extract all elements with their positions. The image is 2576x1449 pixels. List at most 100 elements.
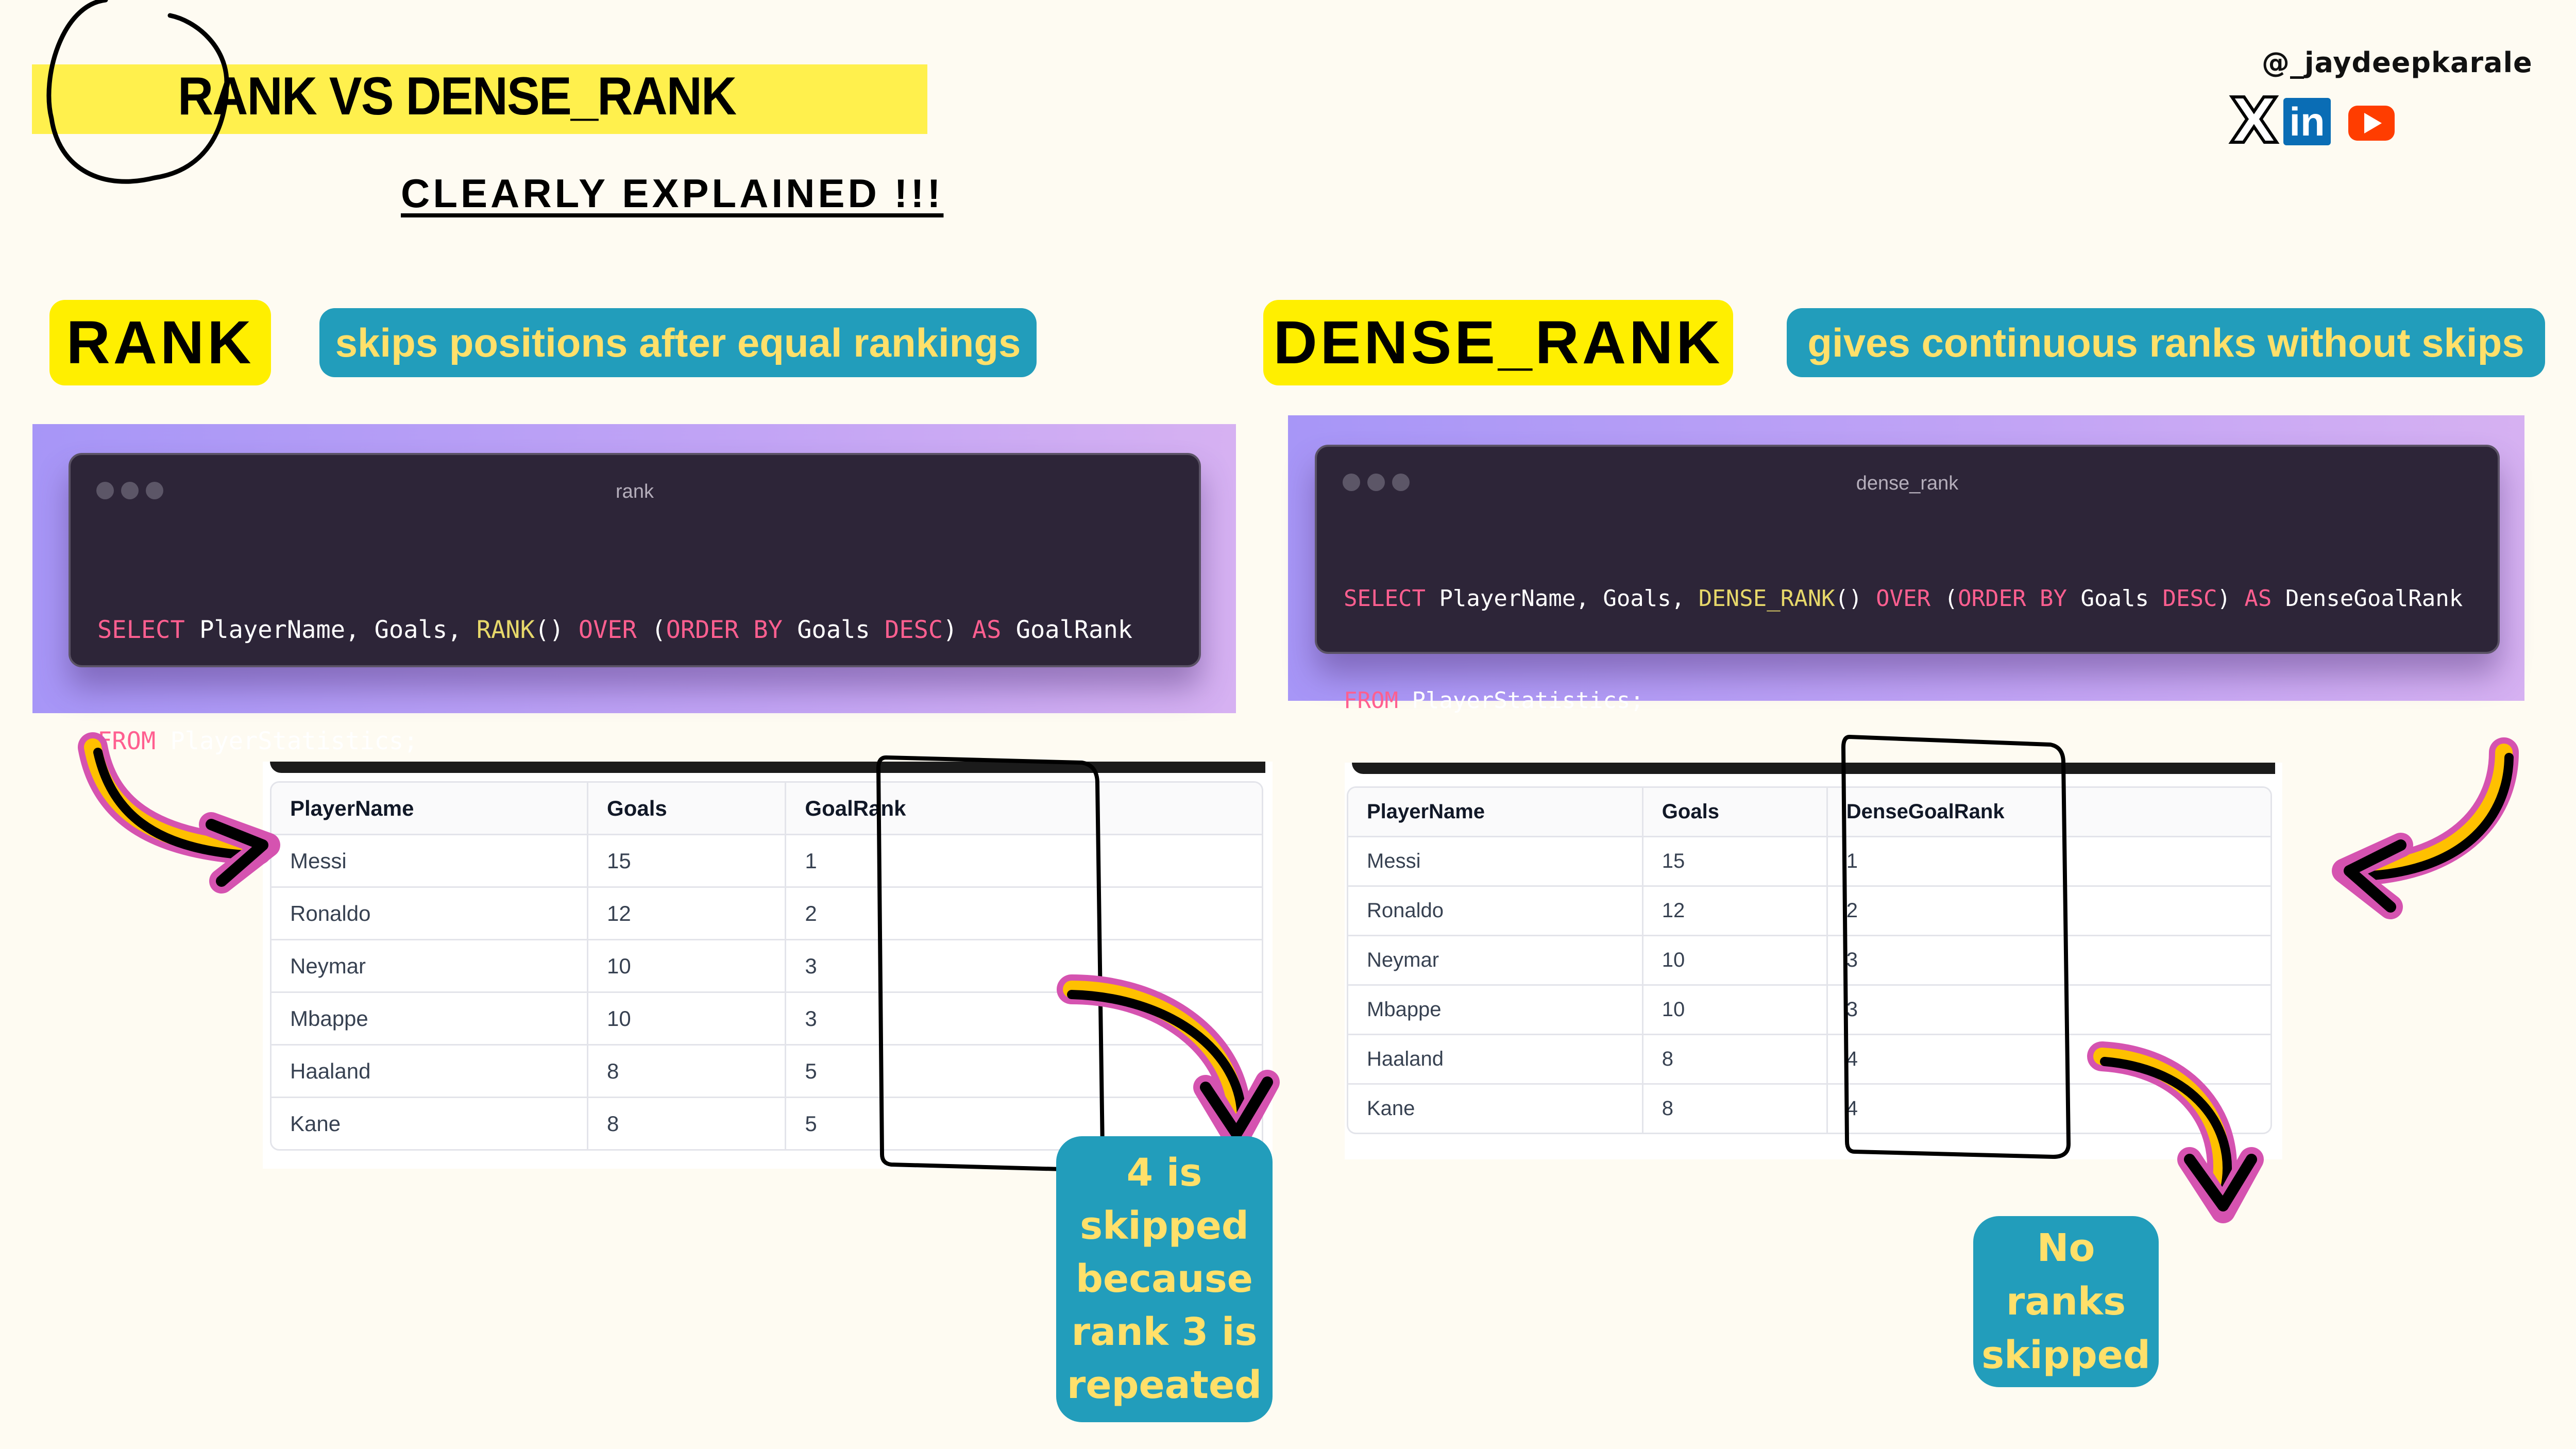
dense-rank-sql-code: SELECT PlayerName, Goals, DENSE_RANK() O… xyxy=(1344,514,2463,786)
callout-line: repeated xyxy=(1066,1363,1262,1407)
rank-label: RANK xyxy=(49,300,271,385)
sql-text: PlayerName, Goals, xyxy=(184,616,477,644)
table-cell: Kane xyxy=(1348,1085,1643,1133)
rank-callout: 4 is skipped because rank 3 is repeated xyxy=(1056,1136,1273,1422)
table-row: Mbappe 10 3 xyxy=(1348,986,2270,1035)
code-window-title: rank xyxy=(616,481,654,502)
rank-result-table: PlayerName Goals GoalRank Messi 15 1 Ronaldo 1… xyxy=(270,781,1263,1151)
x-logo-icon[interactable]: X xyxy=(2228,84,2280,159)
callout-line: 4 is xyxy=(1126,1151,1202,1195)
column-header: Goals xyxy=(1643,788,1828,837)
sql-keyword: SELECT xyxy=(97,616,185,644)
page-subtitle: CLEARLY EXPLAINED !!! xyxy=(401,171,944,216)
table-cell: 8 xyxy=(588,1046,787,1098)
table-top-bar xyxy=(1352,763,2275,774)
table-cell: 10 xyxy=(588,993,787,1046)
linkedin-icon[interactable]: in xyxy=(2283,98,2331,145)
code-window-title: dense_rank xyxy=(1856,473,1959,494)
sql-text: PlayerStatistics; xyxy=(156,727,418,755)
callout-line: because xyxy=(1076,1257,1253,1301)
code-line: SELECT PlayerName, Goals, DENSE_RANK() O… xyxy=(1344,582,2463,616)
table-row: Kane 8 4 xyxy=(1348,1085,2270,1133)
rank-code-window: rank SELECT PlayerName, Goals, RANK() OV… xyxy=(69,453,1201,755)
sql-keyword: OVER xyxy=(1876,585,1931,612)
sql-text: ) xyxy=(2217,585,2245,612)
table-cell: 10 xyxy=(1643,936,1828,986)
table-cell: 8 xyxy=(588,1098,787,1149)
sql-keyword: AS xyxy=(972,616,1002,644)
column-header: PlayerName xyxy=(272,783,589,835)
table-cell: 12 xyxy=(1643,887,1828,936)
table-cell: 2 xyxy=(786,888,1262,940)
sql-keyword: DESC xyxy=(2162,585,2217,612)
table-row: Messi 15 1 xyxy=(1348,837,2270,887)
table-cell: 1 xyxy=(786,835,1262,888)
table-cell: Neymar xyxy=(272,940,589,993)
rank-result-panel: PlayerName Goals GoalRank Messi 15 1 Ronaldo 1… xyxy=(263,762,1273,1169)
table-cell: 4 xyxy=(1846,1097,1858,1120)
table-cell: 10 xyxy=(1643,986,1828,1035)
sql-text: () xyxy=(1835,585,1876,612)
table-cell: 8 xyxy=(1643,1085,1828,1133)
code-line: FROM PlayerStatistics; xyxy=(97,723,1132,760)
table-row: Haaland 8 5 xyxy=(272,1046,1262,1098)
sql-text: Goals xyxy=(2067,585,2163,612)
table-cell: Ronaldo xyxy=(272,888,589,940)
table-header-row: PlayerName Goals GoalRank xyxy=(272,783,1262,835)
sql-text: PlayerName, Goals, xyxy=(1425,585,1699,612)
sql-text: ( xyxy=(636,616,666,644)
dense-rank-label: DENSE_RANK xyxy=(1263,300,1733,385)
code-line: SELECT PlayerName, Goals, RANK() OVER (O… xyxy=(97,612,1132,649)
code-line: FROM PlayerStatistics; xyxy=(1344,684,2463,718)
page-title: RANK VS DENSE_RANK xyxy=(178,66,737,126)
table-cell: 15 xyxy=(1643,837,1828,887)
sql-function: RANK xyxy=(476,616,535,644)
sql-keyword: FROM xyxy=(1344,687,1398,714)
sql-text: DenseGoalRank xyxy=(2272,585,2463,612)
callout-line: No ranks xyxy=(2006,1226,2126,1324)
callout-line: rank 3 is xyxy=(1071,1310,1258,1354)
table-cell: Haaland xyxy=(1348,1035,1643,1085)
table-cell: 3 xyxy=(1827,986,2270,1035)
table-cell: Neymar xyxy=(1348,936,1643,986)
sql-text: Goals xyxy=(782,616,885,644)
table-cell: 5 xyxy=(786,1046,1262,1098)
sql-keyword: DESC xyxy=(885,616,943,644)
sql-keyword: ORDER BY xyxy=(1958,585,2067,612)
table-row: Neymar 10 3 xyxy=(1348,936,2270,986)
sql-keyword: ORDER BY xyxy=(666,616,783,644)
dense-rank-result-panel: PlayerName Goals DenseGoalRank Messi 15 1 Ron… xyxy=(1345,763,2282,1159)
table-cell: 1 xyxy=(1827,837,2270,887)
table-row: Mbappe 10 3 xyxy=(272,993,1262,1046)
sql-function: DENSE_RANK xyxy=(1698,585,1835,612)
table-cell: Mbappe xyxy=(1348,986,1643,1035)
sql-text: ( xyxy=(1930,585,1958,612)
author-handle[interactable]: @_jaydeepkarale xyxy=(2262,46,2533,79)
dense-rank-callout: No ranks skipped xyxy=(1973,1216,2159,1387)
table-cell: 10 xyxy=(588,940,787,993)
youtube-icon[interactable] xyxy=(2348,106,2395,141)
dense-rank-code-panel: dense_rank SELECT PlayerName, Goals, DEN… xyxy=(1288,415,2524,714)
table-cell: 3 xyxy=(1827,936,2270,986)
callout-line: skipped xyxy=(1080,1204,1249,1248)
sql-text: PlayerStatistics; xyxy=(1398,687,1644,714)
table-cell: 3 xyxy=(786,940,1262,993)
column-header: Goals xyxy=(588,783,787,835)
table-cell: 12 xyxy=(588,888,787,940)
table-row: Neymar 10 3 xyxy=(272,940,1262,993)
sql-keyword: FROM xyxy=(97,727,156,755)
table-cell: Messi xyxy=(1348,837,1643,887)
sql-text: GoalRank xyxy=(1001,616,1133,644)
table-row: Ronaldo 12 2 xyxy=(1348,887,2270,936)
column-header: DenseGoalRank xyxy=(1827,788,2270,837)
rank-code-panel: rank SELECT PlayerName, Goals, RANK() OV… xyxy=(32,424,1236,755)
sql-keyword: OVER xyxy=(578,616,637,644)
table-cell: 8 xyxy=(1643,1035,1828,1085)
table-header-row: PlayerName Goals DenseGoalRank xyxy=(1348,788,2270,837)
dense-rank-result-table: PlayerName Goals DenseGoalRank Messi 15 1 Ron… xyxy=(1347,786,2272,1134)
table-cell: Kane xyxy=(272,1098,589,1149)
dense-rank-code-window: dense_rank SELECT PlayerName, Goals, DEN… xyxy=(1315,445,2500,714)
table-row: Ronaldo 12 2 xyxy=(272,888,1262,940)
column-header: GoalRank xyxy=(786,783,1262,835)
table-cell: 15 xyxy=(588,835,787,888)
